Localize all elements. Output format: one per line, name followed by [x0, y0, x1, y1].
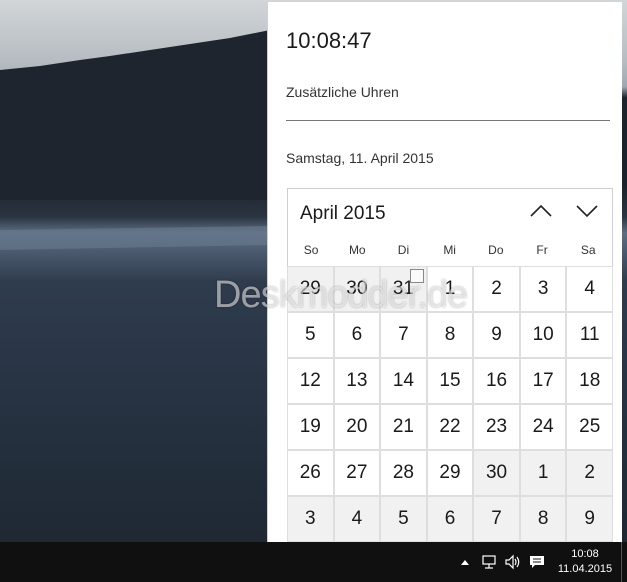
calendar-day[interactable]: 4: [333, 496, 381, 542]
chevron-up-icon: [461, 560, 469, 565]
show-desktop-button[interactable]: [621, 542, 627, 582]
calendar-day[interactable]: 9: [473, 312, 520, 358]
show-hidden-icons-button[interactable]: [453, 542, 477, 582]
calendar-day[interactable]: 4: [566, 266, 613, 312]
calendar-day[interactable]: 29: [426, 450, 474, 496]
calendar-day[interactable]: 3: [519, 266, 567, 312]
system-tray: 10:08 11.04.2015: [453, 542, 627, 582]
calendar-day[interactable]: 11: [566, 312, 613, 358]
calendar-day-grid: 29 30 31 1 2 3 4 5 6 7 8 9 10 11 12 13 14 15 16 17 18 19 20 21 2…: [287, 266, 613, 542]
calendar-day[interactable]: 6: [333, 312, 381, 358]
calendar-day[interactable]: 30: [473, 450, 520, 496]
calendar-day[interactable]: 30: [333, 266, 381, 312]
calendar-day[interactable]: 10: [519, 312, 567, 358]
calendar-day[interactable]: 22: [426, 404, 474, 450]
taskbar-date: 11.04.2015: [557, 563, 613, 575]
network-button[interactable]: [477, 542, 501, 582]
speaker-icon: [505, 554, 520, 570]
calendar-day[interactable]: 8: [519, 496, 567, 542]
calendar-day[interactable]: 5: [380, 496, 427, 542]
calendar-day[interactable]: 2: [566, 450, 613, 496]
additional-clocks-link[interactable]: Zusätzliche Uhren: [286, 84, 399, 100]
weekday-header: So Mo Di Mi Do Fr Sa: [288, 243, 612, 257]
volume-button[interactable]: [501, 542, 525, 582]
calendar-day[interactable]: 7: [473, 496, 520, 542]
calendar-month-label[interactable]: April 2015: [300, 203, 386, 225]
next-month-button[interactable]: [574, 201, 600, 221]
calendar-day[interactable]: 2: [473, 266, 520, 312]
network-icon: [482, 555, 496, 569]
chevron-down-icon: [576, 205, 598, 218]
weekday-label: Fr: [536, 243, 548, 257]
calendar-day[interactable]: 6: [426, 496, 474, 542]
taskbar-time: 10:08: [571, 548, 599, 560]
calendar-day[interactable]: 1: [426, 266, 474, 312]
long-date-link[interactable]: Samstag, 11. April 2015: [286, 150, 434, 166]
calendar-day[interactable]: 28: [380, 450, 427, 496]
calendar-day[interactable]: 12: [287, 358, 334, 404]
calendar-day[interactable]: 29: [287, 266, 334, 312]
calendar-day[interactable]: 5: [287, 312, 334, 358]
calendar-day[interactable]: 17: [519, 358, 567, 404]
calendar: April 2015 So Mo Di Mi Do Fr Sa 29 30 31 1 2 3 4 5 6 7 8…: [287, 188, 613, 543]
calendar-day[interactable]: 20: [333, 404, 381, 450]
calendar-day[interactable]: 21: [380, 404, 427, 450]
calendar-day[interactable]: 8: [426, 312, 474, 358]
calendar-day[interactable]: 3: [287, 496, 334, 542]
calendar-day[interactable]: 27: [333, 450, 381, 496]
weekday-label: Mi: [443, 243, 456, 257]
calendar-day[interactable]: 25: [566, 404, 613, 450]
previous-month-button[interactable]: [528, 201, 554, 221]
clock-calendar-flyout: 10:08:47 Zusätzliche Uhren Samstag, 11. …: [267, 2, 622, 543]
action-center-button[interactable]: [525, 542, 549, 582]
calendar-day[interactable]: 13: [333, 358, 381, 404]
calendar-day[interactable]: 19: [287, 404, 334, 450]
calendar-day[interactable]: 14: [380, 358, 427, 404]
divider: [286, 120, 610, 121]
calendar-day[interactable]: 7: [380, 312, 427, 358]
weekday-label: Do: [488, 243, 504, 257]
calendar-day[interactable]: 9: [566, 496, 613, 542]
action-center-icon: [530, 556, 544, 568]
calendar-day[interactable]: 15: [426, 358, 474, 404]
calendar-day[interactable]: 23: [473, 404, 520, 450]
calendar-day[interactable]: 16: [473, 358, 520, 404]
chevron-up-icon: [530, 204, 552, 217]
weekday-label: So: [303, 243, 319, 257]
desktop-wallpaper-hills: [0, 30, 270, 250]
calendar-day[interactable]: 1: [519, 450, 567, 496]
calendar-day[interactable]: 24: [519, 404, 567, 450]
taskbar: 10:08 11.04.2015: [0, 542, 627, 582]
clock-time: 10:08:47: [286, 28, 372, 53]
weekday-label: Sa: [580, 243, 596, 257]
taskbar-clock-button[interactable]: 10:08 11.04.2015: [549, 547, 621, 577]
weekday-label: Di: [397, 243, 410, 257]
weekday-label: Mo: [348, 243, 366, 257]
calendar-day[interactable]: 31: [380, 266, 427, 312]
calendar-day[interactable]: 26: [287, 450, 334, 496]
calendar-day[interactable]: 18: [566, 358, 613, 404]
